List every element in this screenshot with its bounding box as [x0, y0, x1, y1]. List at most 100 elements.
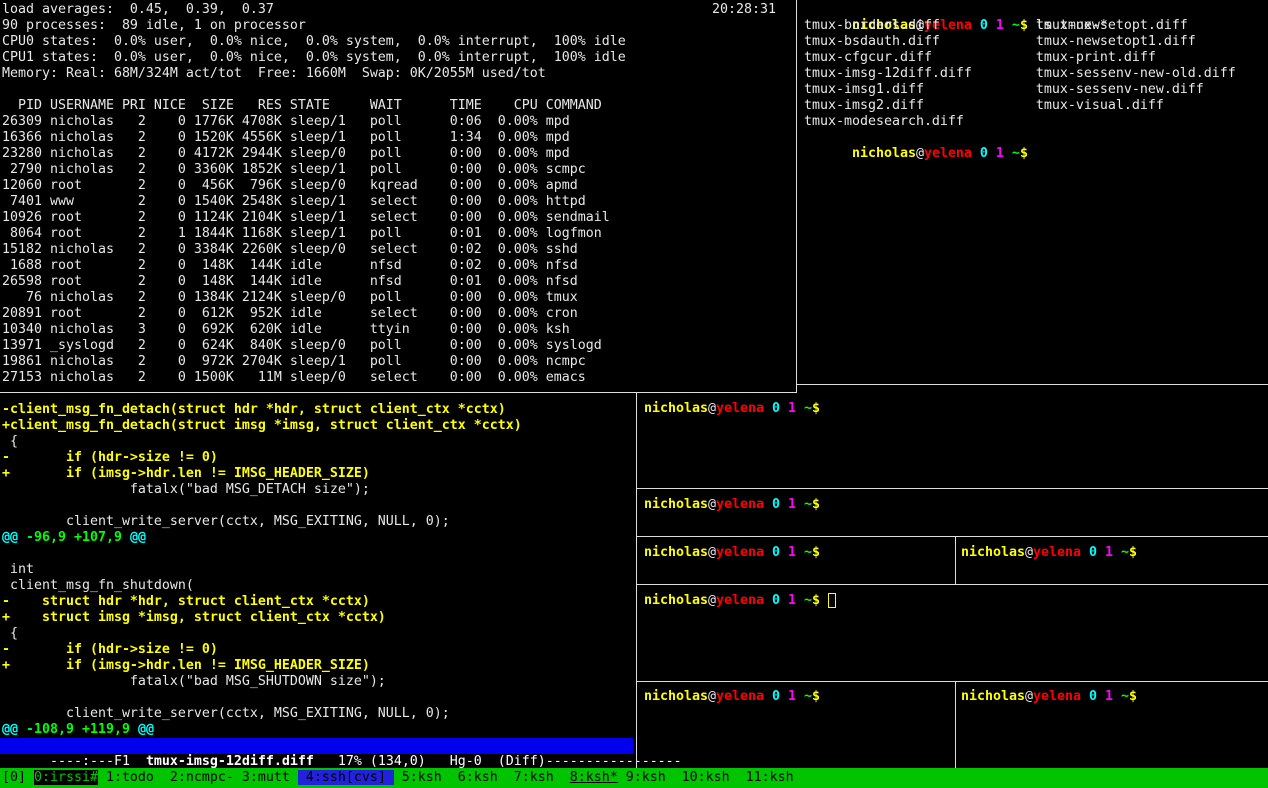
pane-shell-c[interactable]: nicholas@yelena 0 1 ~$	[637, 537, 955, 584]
pane-emacs-diff[interactable]: -client_msg_fn_detach(struct hdr *hdr, s…	[0, 394, 633, 768]
prompt-host: yelena	[716, 401, 764, 416]
prompt-path: ~	[1113, 545, 1129, 560]
emacs-modeline: ----:---F1 tmux-imsg-12diff.diff 17% (13…	[0, 738, 633, 754]
prompt-user: nicholas	[644, 689, 708, 704]
status-windows-9-11[interactable]: 9:ksh 10:ksh 11:ksh	[618, 770, 794, 785]
pane-top-process-monitor[interactable]: load averages: 0.45, 0.39, 0.37 90 proce…	[0, 0, 795, 392]
prompt-hist: 0	[764, 497, 780, 512]
pane-shell-d[interactable]: nicholas@yelena 0 1 ~$	[956, 537, 1268, 584]
pane-shell-f[interactable]: nicholas@yelena 0 1 ~$	[637, 682, 955, 768]
prompt-user: nicholas	[644, 401, 708, 416]
prompt-jobs: 1	[780, 401, 796, 416]
prompt-path: ~	[1004, 146, 1020, 161]
prompt-user: nicholas	[852, 146, 916, 161]
shell-prompt: nicholas@yelena 0 1 ~$	[852, 146, 1028, 161]
top-clock: 20:28:31	[712, 2, 776, 18]
ls-file-listing: tmux-borders.diff tmux-newsetopt.diff tm…	[804, 18, 1236, 130]
status-session-index[interactable]: [0]	[2, 770, 34, 785]
modeline-prefix: ----:---F1	[50, 754, 146, 769]
prompt-hist: 0	[764, 401, 780, 416]
prompt-at: @	[708, 545, 716, 560]
status-window-list: [0] 0:irssi# 1:todo 2:ncmpc- 3:mutt 4:ss…	[2, 768, 794, 788]
prompt-symbol: $	[812, 689, 820, 704]
prompt-host: yelena	[716, 545, 764, 560]
shell-prompt: nicholas@yelena 0 1 ~$	[644, 545, 820, 561]
prompt-at: @	[1025, 545, 1033, 560]
shell-prompt: nicholas@yelena 0 1 ~$	[644, 593, 820, 609]
prompt-path: ~	[796, 689, 812, 704]
diff-line	[2, 498, 522, 514]
prompt-host: yelena	[716, 497, 764, 512]
diff-line: {	[2, 626, 522, 642]
prompt-jobs: 1	[1097, 545, 1113, 560]
prompt-symbol: $	[812, 593, 820, 608]
prompt-path: ~	[796, 401, 812, 416]
shell-prompt: nicholas@yelena 0 1 ~$	[644, 689, 820, 705]
prompt-symbol: $	[812, 497, 820, 512]
diff-buffer: -client_msg_fn_detach(struct hdr *hdr, s…	[2, 402, 522, 738]
status-window-0-irssi[interactable]: 0:irssi#	[34, 770, 98, 785]
diff-line: @@ -108,9 +119,9 @@	[2, 722, 522, 738]
diff-line: + if (imsg->hdr.len != IMSG_HEADER_SIZE)	[2, 466, 522, 482]
diff-line: + struct imsg *imsg, struct client_ctx *…	[2, 610, 522, 626]
diff-line: int	[2, 562, 522, 578]
pane-shell-a[interactable]: nicholas@yelena 0 1 ~$	[637, 394, 1268, 488]
prompt-host: yelena	[716, 689, 764, 704]
prompt-symbol: $	[1129, 689, 1137, 704]
shell-prompt: nicholas@yelena 0 1 ~$	[644, 401, 820, 417]
modeline-status: 17% (134,0) Hg-0 (Diff)-----------------	[314, 754, 682, 769]
prompt-symbol: $	[812, 545, 820, 560]
prompt-host: yelena	[1033, 689, 1081, 704]
prompt-jobs: 1	[780, 497, 796, 512]
diff-line	[2, 546, 522, 562]
diff-line: fatalx("bad MSG_SHUTDOWN size");	[2, 674, 522, 690]
diff-line: - if (hdr->size != 0)	[2, 450, 522, 466]
prompt-jobs: 1	[780, 545, 796, 560]
prompt-path: ~	[796, 593, 812, 608]
pane-shell-e-active[interactable]: nicholas@yelena 0 1 ~$	[637, 585, 1268, 681]
prompt-user: nicholas	[644, 545, 708, 560]
status-right: "" 20:28 24-Jul-09	[1064, 768, 1264, 788]
prompt-hist: 0	[1081, 689, 1097, 704]
prompt-path: ~	[1113, 689, 1129, 704]
status-windows-5-7[interactable]: 5:ksh 6:ksh 7:ksh	[394, 770, 570, 785]
diff-line: - struct hdr *hdr, struct client_ctx *cc…	[2, 594, 522, 610]
diff-line	[2, 690, 522, 706]
pane-border-vertical-top	[796, 0, 797, 393]
top-output-text: load averages: 0.45, 0.39, 0.37 90 proce…	[2, 2, 626, 386]
prompt-hist: 0	[764, 545, 780, 560]
pane-shell-ls[interactable]: nicholas@yelena 0 1 ~$ ls tmux-* tmux-bo…	[802, 0, 1268, 383]
shell-prompt: nicholas@yelena 0 1 ~$	[644, 497, 820, 513]
prompt-path: ~	[796, 545, 812, 560]
prompt-host: yelena	[1033, 545, 1081, 560]
prompt-jobs: 1	[780, 593, 796, 608]
pane-border-horizontal-right	[796, 384, 1268, 385]
tmux-terminal-screen: load averages: 0.45, 0.39, 0.37 90 proce…	[0, 0, 1268, 788]
prompt-jobs: 1	[1097, 689, 1113, 704]
prompt-at: @	[708, 593, 716, 608]
status-window-8-current[interactable]: 8:ksh*	[570, 770, 618, 785]
prompt-host: yelena	[716, 593, 764, 608]
diff-line: client_msg_fn_shutdown(	[2, 578, 522, 594]
prompt-at: @	[1025, 689, 1033, 704]
status-windows-1-3[interactable]: 1:todo 2:ncmpc- 3:mutt	[98, 770, 298, 785]
pane-shell-g[interactable]: nicholas@yelena 0 1 ~$	[956, 682, 1268, 768]
prompt-path: ~	[796, 497, 812, 512]
pane-shell-b[interactable]: nicholas@yelena 0 1 ~$	[637, 489, 1268, 536]
diff-line: -client_msg_fn_detach(struct hdr *hdr, s…	[2, 402, 522, 418]
shell-prompt: nicholas@yelena 0 1 ~$	[961, 689, 1137, 705]
prompt-at: @	[708, 497, 716, 512]
status-window-4-ssh[interactable]: 4:ssh[cvs]	[298, 770, 394, 785]
prompt-hist: 0	[764, 593, 780, 608]
prompt-symbol: $	[1020, 146, 1028, 161]
prompt-hist: 0	[972, 146, 988, 161]
pane-border-horizontal-left	[0, 392, 797, 393]
diff-line: {	[2, 434, 522, 450]
diff-line: +client_msg_fn_detach(struct imsg *imsg,…	[2, 418, 522, 434]
shell-prompt: nicholas@yelena 0 1 ~$	[961, 545, 1137, 561]
prompt-user: nicholas	[644, 497, 708, 512]
prompt-user: nicholas	[961, 545, 1025, 560]
prompt-user: nicholas	[961, 689, 1025, 704]
prompt-hist: 0	[764, 689, 780, 704]
diff-line: client_write_server(cctx, MSG_EXITING, N…	[2, 706, 522, 722]
